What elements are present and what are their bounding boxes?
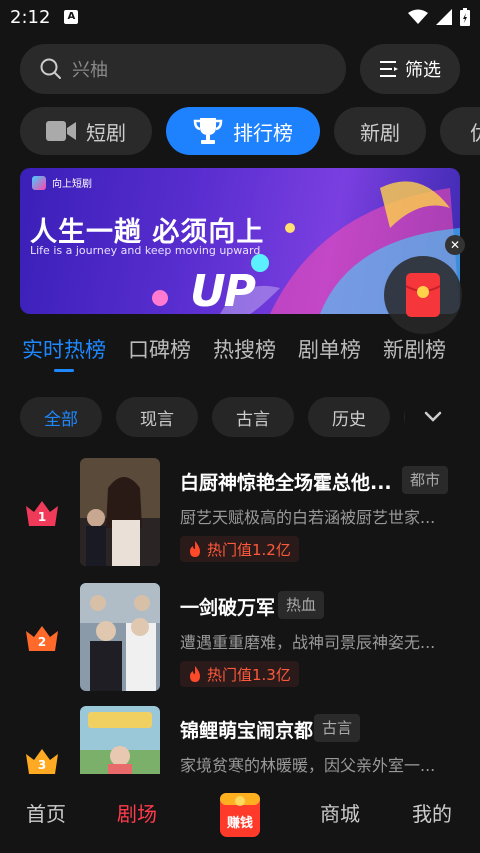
filter-button[interactable]: 筛选 [360,44,460,94]
drama-title: 锦鲤萌宝闹京都 [180,720,314,742]
filter-label: 筛选 [405,60,441,81]
genre-expand-button[interactable] [405,397,460,437]
signal-icon [436,9,452,25]
tab-ranking[interactable]: 排行榜 [166,107,320,155]
banner-up-text: UP [190,266,256,314]
drama-cover[interactable] [80,583,160,691]
close-icon[interactable]: ✕ [445,235,465,255]
list-item[interactable]: 2 一剑破万军 热血 遭遇重重磨难，战神司景辰神姿无... 热门值1.3亿 [0,581,480,693]
bottom-nav: 首页 剧场 赚钱 商城 我的 [0,774,480,853]
tab-label: 优 [470,117,480,146]
category-tabs: 短剧 排行榜 新剧 优 [20,107,480,157]
cover-art [80,583,160,691]
heat-value: 热门值1.3亿 [207,665,291,684]
video-camera-icon [46,121,76,141]
tab-label: 排行榜 [233,120,293,145]
drama-description: 遭遇重重磨难，战神司景辰神姿无... [180,633,436,652]
genre-chip-all[interactable]: 全部 [20,397,102,437]
rank-tab-realtime[interactable]: 实时热榜 [22,334,106,374]
status-icons [408,8,470,26]
battery-icon [460,8,470,26]
trophy-icon [193,118,223,144]
rank-badge: 2 [24,623,60,653]
nav-theater[interactable]: 剧场 [117,798,157,827]
chevron-down-icon [424,411,441,422]
genre-chip-ancient-romance[interactable]: 古言 [212,397,294,437]
flame-icon [190,666,200,682]
search-icon [40,58,61,79]
heat-badge: 热门值1.2亿 [180,536,299,562]
genre-chip-history[interactable]: 历史 [308,397,390,437]
tab-new-drama[interactable]: 新剧 [334,107,426,155]
genre-chip-modern-romance[interactable]: 现言 [116,397,198,437]
nav-mall[interactable]: 商城 [320,798,360,827]
rank-badge: 3 [24,746,60,774]
rank-number: 3 [37,758,47,772]
status-bar: 2:12 A [0,0,480,34]
drama-description: 厨艺天赋极高的白若涵被厨艺世家... [180,508,436,527]
list-item[interactable]: 3 锦鲤萌宝闹京都 古言 家境贫寒的林暖暖，因父亲外室一... [0,704,480,774]
rank-tab-reputation[interactable]: 口碑榜 [128,334,191,374]
brand-logo-icon [32,175,46,190]
tab-short-drama[interactable]: 短剧 [20,107,152,155]
cover-art [80,706,160,774]
search-input[interactable]: 兴柚 [20,44,346,94]
search-row: 兴柚 筛选 [20,44,460,94]
tab-label: 新剧 [360,120,400,145]
red-packet-icon [405,273,441,317]
drama-ranking-list: 1 白厨神惊艳全场霍总他... 都市 厨艺天赋极高的白若涵被厨艺世家... 热门… [0,456,480,774]
genre-tag: 古言 [314,714,361,742]
status-time: 2:12 [10,6,51,28]
cover-art [80,458,160,566]
drama-cover[interactable] [80,706,160,774]
nav-earn-label: 赚钱 [226,816,253,831]
banner-brand: 向上短剧 [32,175,92,190]
flame-icon [190,541,200,557]
drama-title: 一剑破万军 [180,597,276,619]
rank-tab-hot-search[interactable]: 热搜榜 [213,334,276,374]
heat-badge: 热门值1.3亿 [180,661,299,687]
banner-subtitle: Life is a journey and keep moving upward [30,244,261,257]
tab-more[interactable]: 优 [440,107,480,155]
drama-cover[interactable] [80,458,160,566]
genre-tag: 都市 [402,466,449,494]
red-packet-float-button[interactable] [384,256,462,334]
filter-icon [380,61,398,77]
drama-description: 家境贫寒的林暖暖，因父亲外室一... [180,756,436,774]
rank-tab-playlist[interactable]: 剧单榜 [298,334,361,374]
rank-number: 2 [37,635,47,649]
ranking-tabs: 实时热榜 口碑榜 热搜榜 剧单榜 新剧榜 [22,334,462,374]
genre-tag: 热血 [278,591,325,619]
nav-home[interactable]: 首页 [26,798,66,827]
nav-earn-money[interactable]: 赚钱 [219,792,261,838]
list-item[interactable]: 1 白厨神惊艳全场霍总他... 都市 厨艺天赋极高的白若涵被厨艺世家... 热门… [0,456,480,568]
tab-label: 短剧 [86,120,126,145]
banner-brand-label: 向上短剧 [52,179,92,190]
genre-filter-row: 全部 现言 古言 历史 [20,397,460,437]
rank-tab-new[interactable]: 新剧榜 [383,334,446,374]
rank-number: 1 [37,510,47,524]
heat-value: 热门值1.2亿 [207,540,291,559]
nav-profile[interactable]: 我的 [412,798,452,827]
rank-badge: 1 [24,498,60,528]
drama-title: 白厨神惊艳全场霍总他... [180,472,392,494]
search-placeholder: 兴柚 [72,60,108,81]
app-notification-icon: A [64,10,79,24]
wifi-icon [408,9,428,24]
